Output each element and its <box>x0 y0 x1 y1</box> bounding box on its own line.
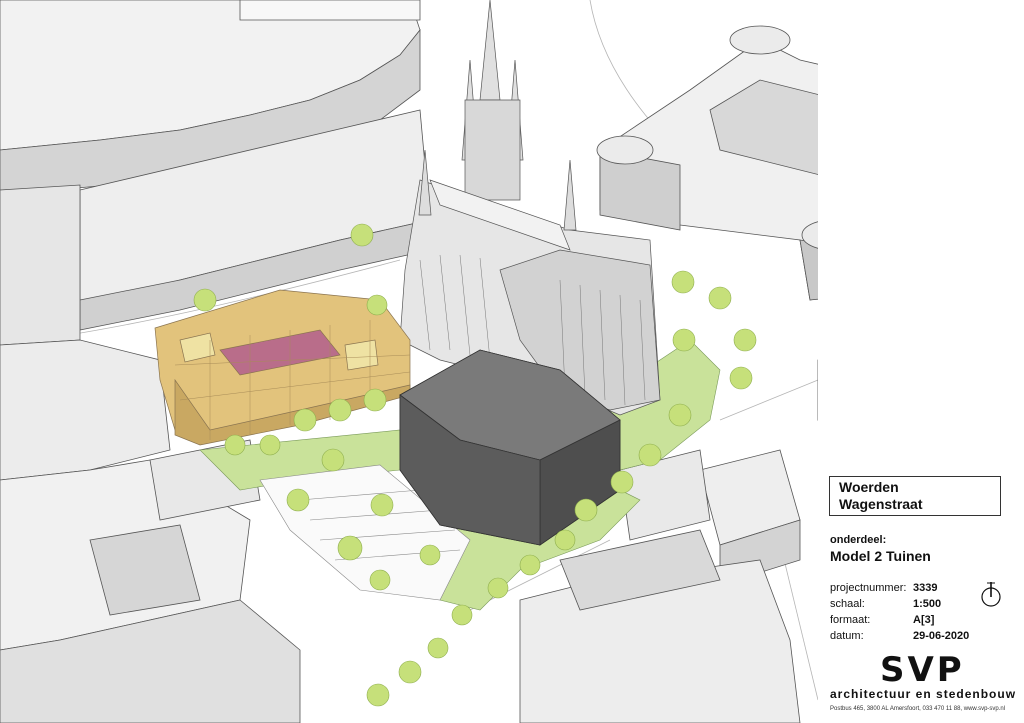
schaal-value: 1:500 <box>913 598 942 610</box>
datum-value: 29-06-2020 <box>913 630 970 642</box>
formaat-value: A[3] <box>913 614 935 626</box>
aerial-model-view <box>0 0 818 723</box>
firm-address: Postbus 465, 3800 AL Amersfoort, 033 470… <box>830 706 1006 712</box>
firm-logo: SVP <box>880 650 965 690</box>
firm-tagline: architectuur en stedenbouw <box>830 687 1017 701</box>
datum-label: datum: <box>830 630 864 642</box>
north-arrow-icon <box>981 582 1001 607</box>
projectnummer-value: 3339 <box>913 582 938 594</box>
projectnummer-label: projectnummer: <box>830 582 907 594</box>
project-title-box: Woerden Wagenstraat <box>829 476 1001 516</box>
part-name: Model 2 Tuinen <box>830 548 931 564</box>
schaal-label: schaal: <box>830 598 865 610</box>
project-street: Wagenstraat <box>839 496 923 512</box>
project-city: Woerden <box>839 479 899 495</box>
part-label: onderdeel: <box>830 534 887 546</box>
title-block: Woerden Wagenstraat onderdeel: Model 2 T… <box>818 462 1024 723</box>
formaat-label: formaat: <box>830 614 871 626</box>
